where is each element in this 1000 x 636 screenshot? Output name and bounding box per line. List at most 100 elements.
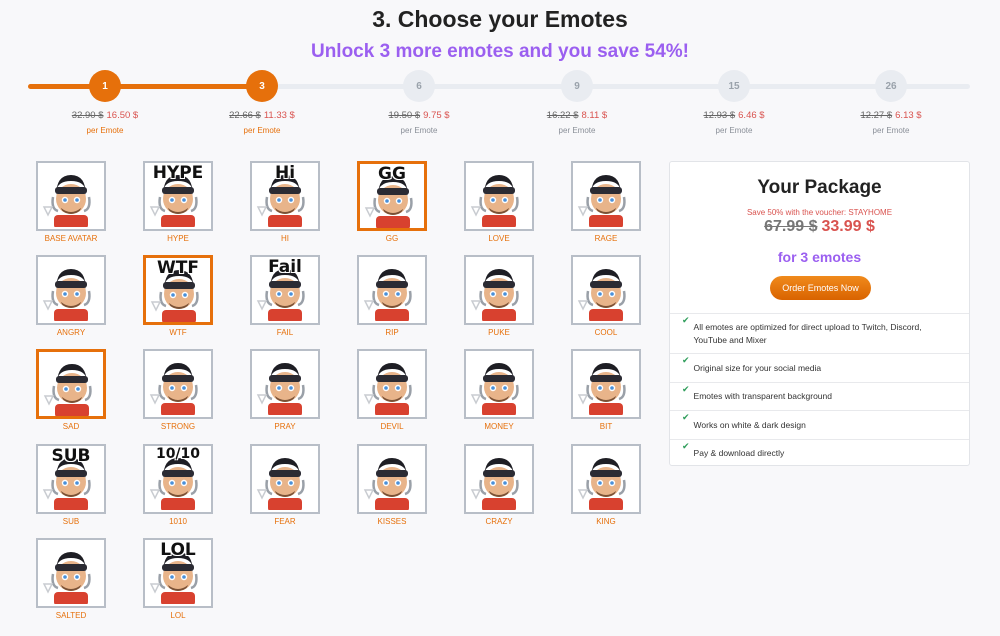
emote-image[interactable] xyxy=(571,255,641,325)
emote-image[interactable]: 10/10 xyxy=(143,444,213,514)
emote-tile-wtf[interactable]: WTF WTF xyxy=(143,255,213,337)
emote-image[interactable] xyxy=(36,161,106,231)
emote-tile-kisses[interactable]: KISSES xyxy=(357,444,427,526)
emote-image[interactable] xyxy=(571,444,641,514)
emote-tile-puke[interactable]: PUKE xyxy=(464,255,534,337)
emote-tile-devil[interactable]: DEVIL xyxy=(357,349,427,431)
package-old-price: 67.99 $ xyxy=(764,218,818,235)
emote-tile-money[interactable]: MONEY xyxy=(464,349,534,431)
tier-per-emote: per Emote xyxy=(400,126,438,135)
emote-tile-sad[interactable]: SAD xyxy=(36,349,106,431)
savings-subtitle: Unlock 3 more emotes and you save 54%! xyxy=(310,41,690,62)
emote-overlay-text: Fail xyxy=(268,257,302,277)
check-icon: ✔ xyxy=(682,384,690,394)
emote-tile-rage[interactable]: RAGE xyxy=(571,161,641,243)
emote-tile-strong[interactable]: STRONG xyxy=(143,349,213,431)
tier-price: 12.27 $6.13 $ xyxy=(831,110,951,121)
tier-new-price: 9.75 $ xyxy=(423,110,450,121)
emote-image[interactable] xyxy=(250,349,320,419)
emote-tile-pray[interactable]: PRAY xyxy=(250,349,320,431)
emote-tile-fear[interactable]: FEAR xyxy=(250,444,320,526)
emote-tile-hi[interactable]: Hi HI xyxy=(250,161,320,243)
emote-image[interactable] xyxy=(464,255,534,325)
tier-per-emote: per Emote xyxy=(243,126,281,135)
emote-tile-1010[interactable]: 10/10 1010 xyxy=(143,444,213,526)
emote-tile-fail[interactable]: Fail FAIL xyxy=(250,255,320,337)
emote-overlay-text: LOL xyxy=(160,540,196,560)
emote-label: SUB xyxy=(62,517,80,526)
emote-tile-base-avatar[interactable]: BASE AVATAR xyxy=(36,161,106,243)
package-count: for 3 emotes xyxy=(777,249,862,265)
emote-label: LOL xyxy=(170,611,186,620)
emote-image[interactable] xyxy=(571,161,641,231)
emote-image[interactable] xyxy=(357,255,427,325)
emote-tile-gg[interactable]: GG GG xyxy=(357,161,427,243)
emote-tile-king[interactable]: KING xyxy=(571,444,641,526)
emote-tile-angry[interactable]: ANGRY xyxy=(36,255,106,337)
emote-image[interactable] xyxy=(357,444,427,514)
feature-text: All emotes are optimized for direct uplo… xyxy=(693,321,922,345)
emote-image[interactable] xyxy=(464,444,534,514)
tier-step-15[interactable]: 15 xyxy=(718,70,750,102)
emote-image[interactable] xyxy=(36,255,106,325)
emote-image[interactable] xyxy=(464,349,534,419)
emote-label: BASE AVATAR xyxy=(44,234,98,243)
emote-image[interactable]: Hi xyxy=(250,161,320,231)
tier-old-price: 12.93 $ xyxy=(703,110,736,121)
emote-tile-love[interactable]: LOVE xyxy=(464,161,534,243)
tier-step-6[interactable]: 6 xyxy=(403,70,435,102)
order-emotes-button[interactable]: Order Emotes Now xyxy=(770,276,871,300)
emote-tile-salted[interactable]: SALTED xyxy=(36,538,106,620)
emote-overlay-text: HYPE xyxy=(152,163,204,183)
tier-old-price: 32.90 $ xyxy=(71,110,104,121)
emote-image[interactable] xyxy=(571,349,641,419)
emote-image[interactable] xyxy=(250,444,320,514)
tier-new-price: 6.13 $ xyxy=(895,110,922,121)
tier-step-1[interactable]: 1 xyxy=(89,70,121,102)
feature-item: ✔ Original size for your social media xyxy=(670,353,969,382)
tier-per-emote: per Emote xyxy=(715,126,753,135)
emote-label: SAD xyxy=(62,422,80,431)
emote-tile-sub[interactable]: SUB SUB xyxy=(36,444,106,526)
tier-price: 19.50 $9.75 $ xyxy=(359,110,479,121)
emote-tile-hype[interactable]: HYPE HYPE xyxy=(143,161,213,243)
feature-item: ✔ Emotes with transparent background xyxy=(670,382,969,410)
emote-label: SALTED xyxy=(55,611,87,620)
emote-tile-bit[interactable]: BIT xyxy=(571,349,641,431)
emote-label: PRAY xyxy=(274,422,296,431)
emote-image[interactable]: LOL xyxy=(143,538,213,608)
tier-per-emote: per Emote xyxy=(872,126,910,135)
emote-label: LOVE xyxy=(488,234,510,243)
emote-label: 1010 xyxy=(169,517,187,526)
tier-progress-fill xyxy=(28,84,262,89)
emote-image[interactable]: GG xyxy=(357,161,427,231)
emote-label: COOL xyxy=(594,328,618,337)
tier-per-emote: per Emote xyxy=(558,126,596,135)
emote-image[interactable] xyxy=(36,349,106,419)
feature-item: ✔ All emotes are optimized for direct upl… xyxy=(670,313,969,353)
tier-step-3[interactable]: 3 xyxy=(246,70,278,102)
emote-image[interactable]: WTF xyxy=(143,255,213,325)
emote-image[interactable]: SUB xyxy=(36,444,106,514)
feature-item: ✔ Works on white & dark design xyxy=(670,410,969,439)
tier-price: 32.90 $16.50 $ xyxy=(45,110,165,121)
emote-image[interactable] xyxy=(357,349,427,419)
tier-step-9[interactable]: 9 xyxy=(561,70,593,102)
emote-tile-lol[interactable]: LOL LOL xyxy=(143,538,213,620)
feature-text: Works on white & dark design xyxy=(693,419,806,430)
tier-old-price: 16.22 $ xyxy=(546,110,579,121)
emote-label: WTF xyxy=(169,328,187,337)
emote-image[interactable] xyxy=(464,161,534,231)
tier-new-price: 6.46 $ xyxy=(738,110,765,121)
emote-label: RAGE xyxy=(594,234,618,243)
tier-step-26[interactable]: 26 xyxy=(875,70,907,102)
emote-image[interactable] xyxy=(143,349,213,419)
emote-image[interactable]: HYPE xyxy=(143,161,213,231)
tier-old-price: 12.27 $ xyxy=(860,110,893,121)
emote-tile-rip[interactable]: RIP xyxy=(357,255,427,337)
emote-tile-crazy[interactable]: CRAZY xyxy=(464,444,534,526)
emote-label: FAIL xyxy=(276,328,294,337)
emote-image[interactable]: Fail xyxy=(250,255,320,325)
emote-tile-cool[interactable]: COOL xyxy=(571,255,641,337)
emote-image[interactable] xyxy=(36,538,106,608)
